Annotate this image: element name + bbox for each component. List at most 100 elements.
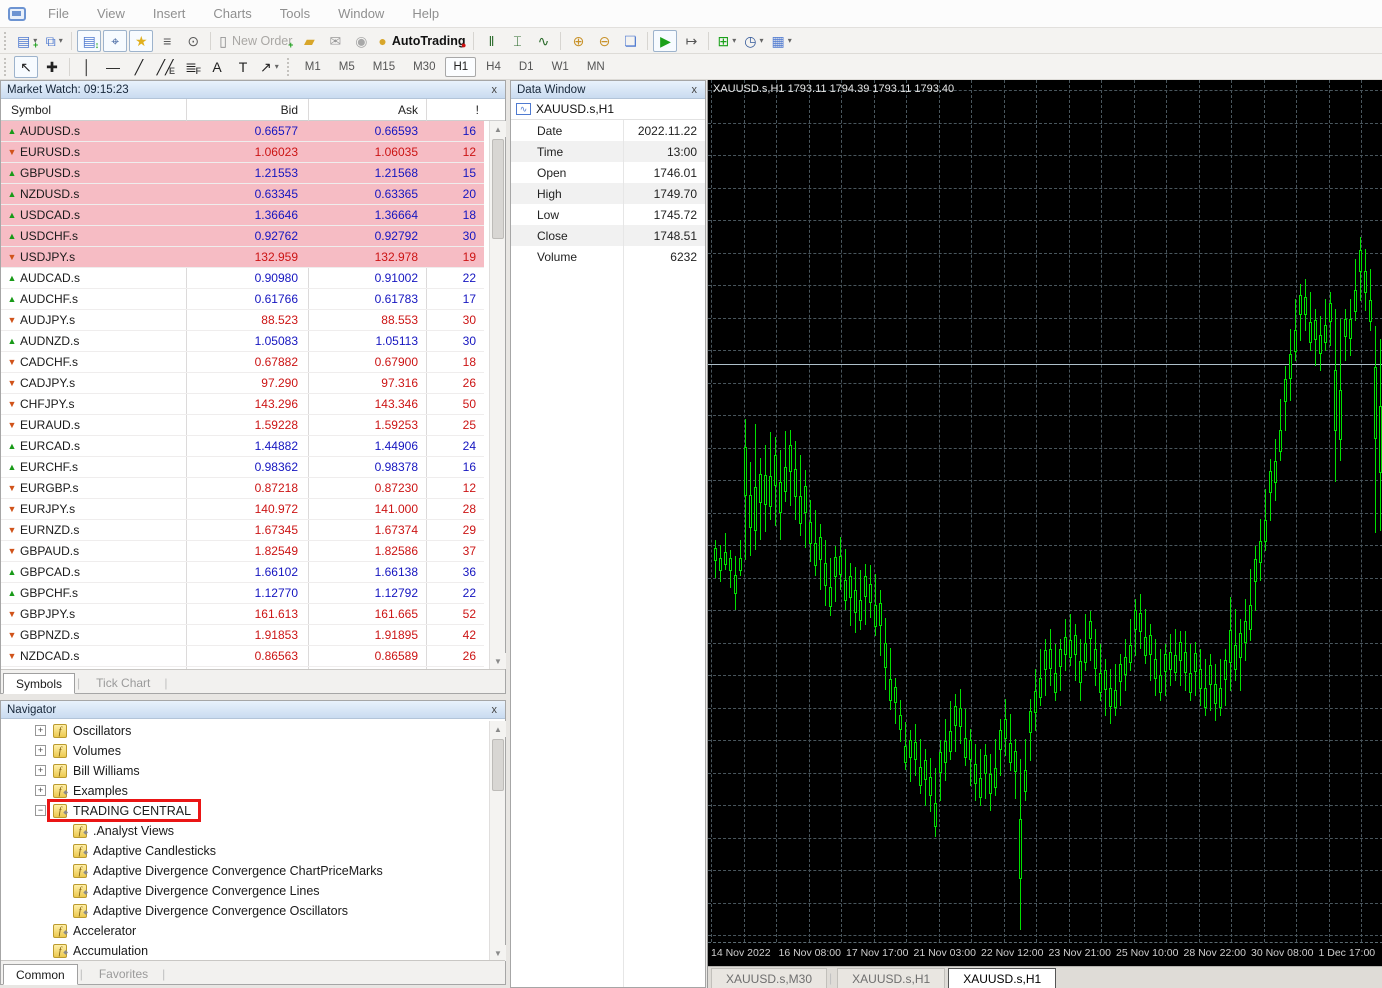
channel-button[interactable]: ╱╱E (153, 56, 177, 78)
cursor-button[interactable]: ↖ (14, 56, 38, 78)
signal-button[interactable]: ◉ (349, 30, 373, 52)
column-header-bid[interactable]: Bid (186, 99, 298, 120)
market-watch-row[interactable]: ▼CADCHF.s0.678820.6790018 (1, 352, 484, 373)
crosshair-button[interactable]: ✚ (40, 56, 64, 78)
market-watch-row[interactable]: ▼EURUSD.s1.060231.0603512 (1, 142, 484, 163)
market-watch-row[interactable]: ▲AUDCAD.s0.909800.9100222 (1, 268, 484, 289)
vertical-line-button[interactable]: │ (75, 56, 99, 78)
navigator-item-volumes[interactable]: +fVolumes (1, 741, 481, 761)
horizontal-line-button[interactable]: — (101, 56, 125, 78)
mail-button[interactable]: ✉ (323, 30, 347, 52)
fibonacci-button[interactable]: ≣F (179, 56, 203, 78)
market-watch-row[interactable]: ▼EURGBP.s0.872180.8723012 (1, 478, 484, 499)
market-watch-row[interactable]: ▲AUDUSD.s0.665770.6659316 (1, 121, 484, 142)
data-window-toggle[interactable]: ⌖ (103, 30, 127, 52)
chevron-down-icon[interactable]: ▾ (732, 36, 736, 45)
close-icon[interactable]: x (490, 704, 500, 716)
expand-plus-icon[interactable]: + (35, 745, 46, 756)
market-watch-row[interactable]: ▲NZDUSD.s0.633450.6336520 (1, 184, 484, 205)
scroll-up-icon[interactable]: ▲ (490, 721, 506, 737)
market-watch-row[interactable]: ▼EURNZD.s1.673451.6737429 (1, 520, 484, 541)
column-header-spread[interactable]: ! (426, 99, 479, 120)
market-watch-row[interactable]: ▲USDCAD.s1.366461.3666418 (1, 205, 484, 226)
timeframe-h1-button[interactable]: H1 (445, 57, 476, 77)
candlestick-button[interactable]: ⌶ (505, 30, 529, 52)
indicators-button[interactable]: ⊞▾ (714, 30, 739, 52)
new-chart-button[interactable]: ▤+▾ (14, 30, 40, 52)
toolbar-grip[interactable] (287, 58, 292, 76)
market-watch-row[interactable]: ▲GBPCAD.s1.661021.6613836 (1, 562, 484, 583)
chevron-down-icon[interactable]: ▾ (788, 36, 792, 45)
chart-tab-1[interactable]: XAUUSD.s,H1 (837, 968, 945, 988)
navigator-item-oscillators[interactable]: +fOscillators (1, 721, 481, 741)
zoom-out-button[interactable]: ⊖ (592, 30, 616, 52)
chevron-down-icon[interactable]: ▾ (275, 62, 279, 71)
bar-chart-button[interactable]: ‖ (479, 30, 503, 52)
market-watch-scrollbar[interactable]: ▲ ▼ (489, 121, 505, 669)
expand-plus-icon[interactable]: + (35, 785, 46, 796)
market-watch-row[interactable]: ▼GBPJPY.s161.613161.66552 (1, 604, 484, 625)
scrollbar-thumb[interactable] (492, 139, 504, 239)
timeframe-w1-button[interactable]: W1 (544, 57, 577, 77)
market-watch-row[interactable]: ▲GBPUSD.s1.215531.2156815 (1, 163, 484, 184)
profiles-button[interactable]: ⧉▾ (42, 30, 66, 52)
menu-tools[interactable]: Tools (266, 6, 324, 21)
market-watch-toggle[interactable]: ▤↕ (77, 30, 101, 52)
market-watch-row[interactable]: ▲GBPCHF.s1.127701.1279222 (1, 583, 484, 604)
trendline-button[interactable]: ╱ (127, 56, 151, 78)
market-watch-row[interactable]: ▼GBPNZD.s1.918531.9189542 (1, 625, 484, 646)
text-button[interactable]: A (205, 56, 229, 78)
toolbar-grip[interactable] (4, 58, 9, 76)
navigator-item-accelerator[interactable]: f◆Accelerator (1, 921, 481, 941)
scroll-up-icon[interactable]: ▲ (490, 121, 506, 137)
auto-scroll-button[interactable]: ▶ (653, 30, 677, 52)
market-watch-row[interactable]: ▼CHFJPY.s143.296143.34650 (1, 394, 484, 415)
market-watch-row[interactable]: ▲EURCAD.s1.448821.4490624 (1, 436, 484, 457)
chevron-down-icon[interactable]: ▾ (59, 36, 63, 45)
expand-plus-icon[interactable]: + (35, 765, 46, 776)
market-watch-tab-symbols[interactable]: Symbols (3, 673, 75, 694)
scroll-down-icon[interactable]: ▼ (490, 653, 506, 669)
collapse-minus-icon[interactable]: − (35, 805, 46, 816)
market-watch-row[interactable]: ▼AUDJPY.s88.52388.55330 (1, 310, 484, 331)
chart-tab-0[interactable]: XAUUSD.s,M30 (711, 968, 827, 988)
market-watch-row[interactable]: ▼CADJPY.s97.29097.31626 (1, 373, 484, 394)
navigator-item-adaptive-divergence-convergence-oscillators[interactable]: f◆Adaptive Divergence Convergence Oscill… (1, 901, 481, 921)
menu-help[interactable]: Help (398, 6, 453, 21)
menu-insert[interactable]: Insert (139, 6, 200, 21)
market-watch-row[interactable]: ▲AUDCHF.s0.617660.6178317 (1, 289, 484, 310)
navigator-item-bill-williams[interactable]: +fBill Williams (1, 761, 481, 781)
navigator-toggle[interactable]: ★ (129, 30, 153, 52)
market-watch-row[interactable]: ▼EURAUD.s1.592281.5925325 (1, 415, 484, 436)
gold-ingot-icon-button[interactable]: ▰ (297, 30, 321, 52)
scroll-down-icon[interactable]: ▼ (490, 945, 506, 961)
autotrading-button[interactable]: ●●AutoTrading (375, 30, 468, 52)
navigator-item--analyst-views[interactable]: f◆.Analyst Views (1, 821, 481, 841)
market-watch-row[interactable]: ▼EURJPY.s140.972141.00028 (1, 499, 484, 520)
market-watch-row[interactable]: ▼USDJPY.s132.959132.97819 (1, 247, 484, 268)
timeframe-h4-button[interactable]: H4 (478, 57, 509, 77)
timeframe-d1-button[interactable]: D1 (511, 57, 542, 77)
chart-plot-area[interactable]: XAUUSD.s,H1 1793.11 1794.39 1793.11 1793… (708, 80, 1382, 943)
strategy-tester-button[interactable]: ⊙ (181, 30, 205, 52)
market-watch-row[interactable]: ▲USDCHF.s0.927620.9279230 (1, 226, 484, 247)
new-order-button[interactable]: ▯+New Order (216, 30, 295, 52)
navigator-scrollbar[interactable]: ▲ ▼ (489, 721, 505, 961)
menu-file[interactable]: File (34, 6, 83, 21)
timeframe-m5-button[interactable]: M5 (331, 57, 363, 77)
toolbar-grip[interactable] (4, 32, 9, 50)
menu-charts[interactable]: Charts (199, 6, 265, 21)
periods-button[interactable]: ◷▾ (741, 30, 766, 52)
market-watch-row[interactable]: ▼GBPAUD.s1.825491.8258637 (1, 541, 484, 562)
column-header-ask[interactable]: Ask (308, 99, 418, 120)
chart-shift-button[interactable]: ↦ (679, 30, 703, 52)
scrollbar-thumb[interactable] (492, 739, 504, 791)
navigator-tab-common[interactable]: Common (3, 964, 78, 985)
timeframe-m15-button[interactable]: M15 (365, 57, 403, 77)
arrows-button[interactable]: ↗▾ (257, 56, 282, 78)
timeframe-m1-button[interactable]: M1 (297, 57, 329, 77)
navigator-item-accumulation[interactable]: f◆Accumulation (1, 941, 481, 961)
tile-windows-button[interactable]: ❏ (618, 30, 642, 52)
market-watch-row[interactable]: ▲AUDNZD.s1.050831.0511330 (1, 331, 484, 352)
expand-plus-icon[interactable]: + (35, 725, 46, 736)
